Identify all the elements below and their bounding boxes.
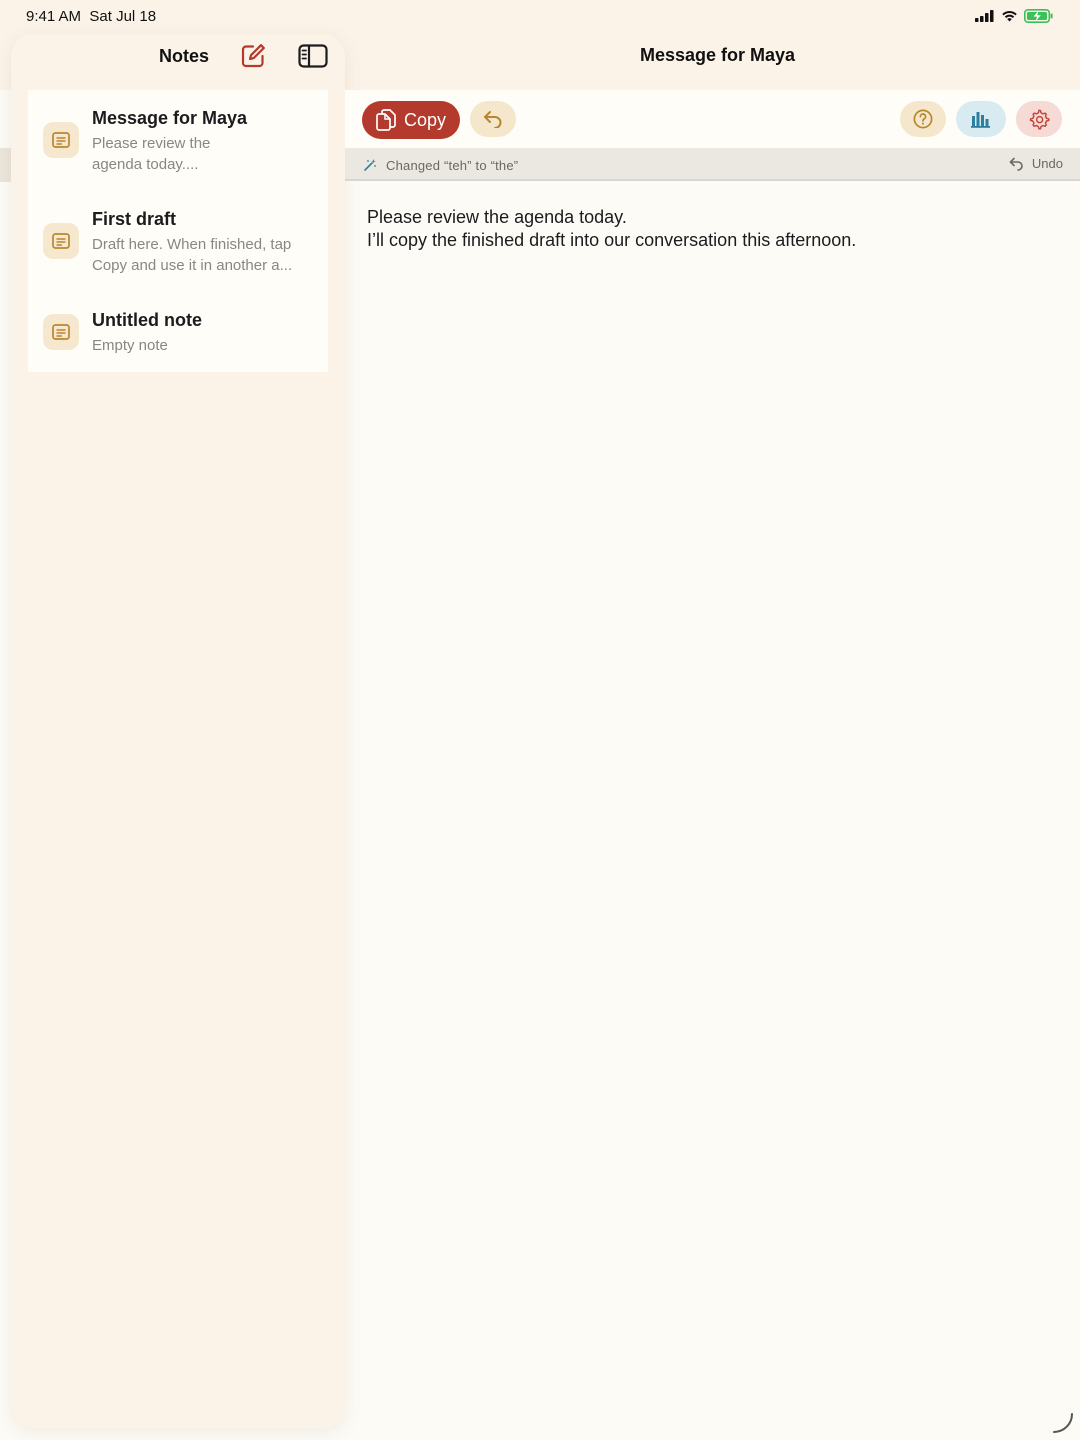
note-icon: [43, 122, 79, 158]
undo-change-button[interactable]: Undo: [1009, 156, 1063, 171]
stats-button[interactable]: [956, 101, 1006, 137]
editor-line: I’ll copy the finished draft into our co…: [367, 230, 857, 250]
note-preview: Empty note: [92, 337, 168, 354]
wifi-icon: [1002, 11, 1017, 22]
magic-wand-icon: [364, 159, 376, 171]
note-icon: [43, 314, 79, 350]
bar-chart-icon: [971, 112, 990, 128]
note-icon: [43, 223, 79, 259]
note-list: Message for Maya Please review the agend…: [28, 90, 328, 372]
copy-button[interactable]: Copy: [362, 101, 460, 139]
status-icons: [975, 9, 1054, 23]
status-bar: 9:41 AM Sat Jul 18: [0, 0, 1080, 34]
cellular-icon: [975, 10, 994, 22]
gear-icon: [1029, 109, 1050, 130]
undo-label: Undo: [1031, 156, 1063, 171]
note-title: First draft: [92, 209, 177, 229]
settings-button[interactable]: [1016, 101, 1062, 137]
sidebar-toggle-icon: [298, 44, 328, 68]
change-message: Changed “teh” to “the”: [386, 158, 519, 173]
detail-title: Message for Maya: [639, 45, 796, 65]
help-icon: [913, 109, 933, 129]
autocorrect-change-bar: Changed “teh” to “the” Undo: [345, 148, 1080, 181]
undo-button[interactable]: [470, 101, 516, 137]
status-time: 9:41 AM Sat Jul 18: [26, 8, 157, 25]
undo-icon: [1009, 157, 1023, 171]
note-title: Message for Maya: [92, 108, 248, 128]
note-editor[interactable]: Please review the agenda today. I’ll cop…: [367, 206, 1057, 252]
editor-toolbar: Copy: [345, 90, 1080, 148]
battery-charging-icon: [1024, 9, 1053, 23]
sidebar-title: Notes: [159, 46, 210, 66]
note-preview: Draft here. When finished, tap Copy and …: [92, 236, 293, 274]
notes-sidebar: Notes Message for Maya Please review the…: [11, 34, 345, 1428]
copy-label: Copy: [403, 109, 447, 130]
note-preview: Please review the agenda today....: [92, 135, 211, 173]
note-list-item[interactable]: Untitled note Empty note: [28, 292, 328, 372]
resize-handle[interactable]: [1052, 1412, 1074, 1434]
note-list-item[interactable]: First draft Draft here. When finished, t…: [28, 191, 328, 291]
undo-arrow-icon: [484, 111, 502, 128]
compose-button[interactable]: [239, 42, 267, 70]
note-title: Untitled note: [92, 310, 202, 330]
copy-icon: [376, 109, 396, 131]
help-button[interactable]: [900, 101, 946, 137]
note-list-item[interactable]: Message for Maya Please review the agend…: [28, 90, 328, 190]
compose-icon: [241, 44, 265, 68]
editor-line: Please review the agenda today.: [367, 207, 627, 227]
sidebar-toggle-button[interactable]: [298, 44, 328, 70]
